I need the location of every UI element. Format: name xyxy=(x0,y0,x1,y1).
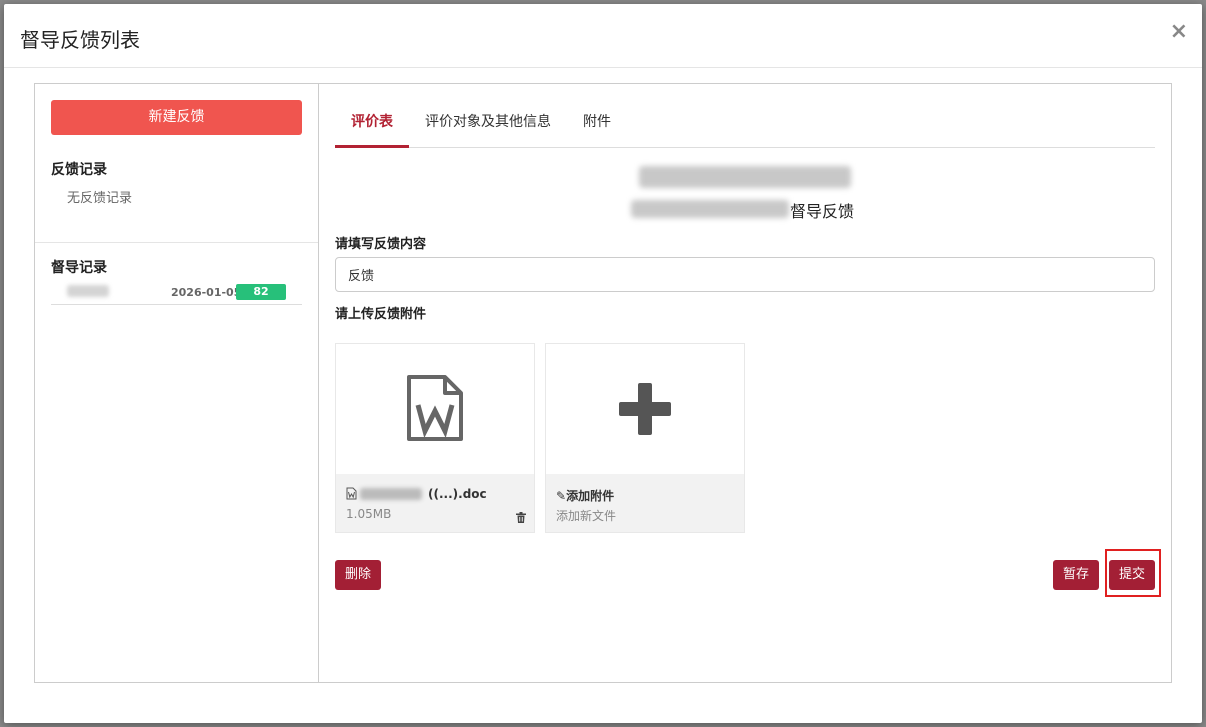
main-area: 评价表 评价对象及其他信息 附件 督导反馈 请填写反馈内容 请上传反馈附件 xyxy=(335,84,1155,682)
supervision-record-row[interactable]: 2026-01-05 82 xyxy=(51,283,302,305)
content-panel: 新建反馈 反馈记录 无反馈记录 督导记录 2026-01-05 82 评价表 评… xyxy=(34,83,1172,683)
add-attachment-subtitle: 添加新文件 xyxy=(556,509,617,523)
attachment-name[interactable]: ((...).doc xyxy=(428,487,487,501)
feedback-list-modal: 督导反馈列表 × 新建反馈 反馈记录 无反馈记录 督导记录 2026-01-05… xyxy=(4,4,1202,723)
modal-title: 督导反馈列表 xyxy=(20,28,140,52)
word-doc-icon xyxy=(336,344,534,474)
upload-label: 请上传反馈附件 xyxy=(335,307,427,322)
form-heading: 督导反馈 xyxy=(790,202,855,221)
feedback-content-input[interactable] xyxy=(335,257,1155,292)
plus-icon xyxy=(546,344,744,474)
record-name-redacted xyxy=(67,285,109,297)
add-attachment-info: ✎添加附件 添加新文件 xyxy=(546,474,744,532)
attachment-info: ((...).doc 1.05MB xyxy=(336,474,534,532)
trash-icon[interactable] xyxy=(516,512,526,523)
word-doc-small-icon xyxy=(346,487,357,500)
close-button[interactable]: × xyxy=(1170,20,1188,44)
submit-highlight-box xyxy=(1105,549,1161,597)
divider xyxy=(35,242,318,243)
delete-button[interactable]: 删除 xyxy=(335,560,381,590)
supervision-records-title: 督导记录 xyxy=(51,260,107,276)
heading-prefix-redacted xyxy=(631,200,789,218)
record-score-badge: 82 xyxy=(236,284,286,300)
feedback-empty-text: 无反馈记录 xyxy=(67,191,133,206)
org-name-redacted xyxy=(639,166,851,188)
add-attachment-card[interactable]: ✎添加附件 添加新文件 xyxy=(545,343,745,533)
feedback-records-title: 反馈记录 xyxy=(51,162,107,178)
save-draft-button[interactable]: 暂存 xyxy=(1053,560,1099,590)
tab-evaluation-target[interactable]: 评价对象及其他信息 xyxy=(425,102,551,148)
new-feedback-button[interactable]: 新建反馈 xyxy=(51,100,302,135)
add-attachment-title: ✎添加附件 xyxy=(556,489,615,503)
tab-evaluation-form[interactable]: 评价表 xyxy=(335,102,409,148)
paperclip-icon: ✎ xyxy=(556,489,567,503)
left-sidebar: 新建反馈 反馈记录 无反馈记录 督导记录 2026-01-05 82 xyxy=(35,84,319,682)
tab-bar: 评价表 评价对象及其他信息 附件 xyxy=(335,102,1155,148)
modal-header: 督导反馈列表 × xyxy=(4,4,1202,68)
attachment-card[interactable]: ((...).doc 1.05MB xyxy=(335,343,535,533)
record-date: 2026-01-05 xyxy=(171,286,242,299)
content-label: 请填写反馈内容 xyxy=(335,237,427,252)
tab-attachments[interactable]: 附件 xyxy=(581,102,613,148)
attachment-size: 1.05MB xyxy=(346,507,392,521)
attachment-name-redacted xyxy=(360,488,422,500)
